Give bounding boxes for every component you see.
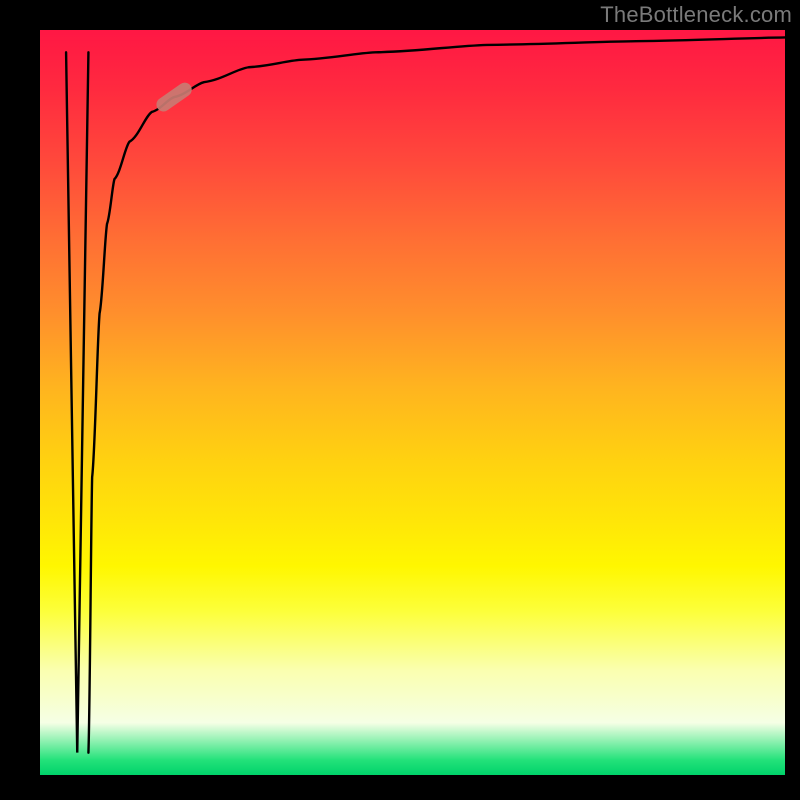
- attribution-text: TheBottleneck.com: [600, 2, 792, 28]
- main-curve: [88, 37, 785, 752]
- chart-svg: [40, 30, 785, 775]
- curve-marker: [154, 80, 195, 114]
- plot-frame-bottom: [0, 775, 800, 800]
- spike-curve: [66, 52, 88, 752]
